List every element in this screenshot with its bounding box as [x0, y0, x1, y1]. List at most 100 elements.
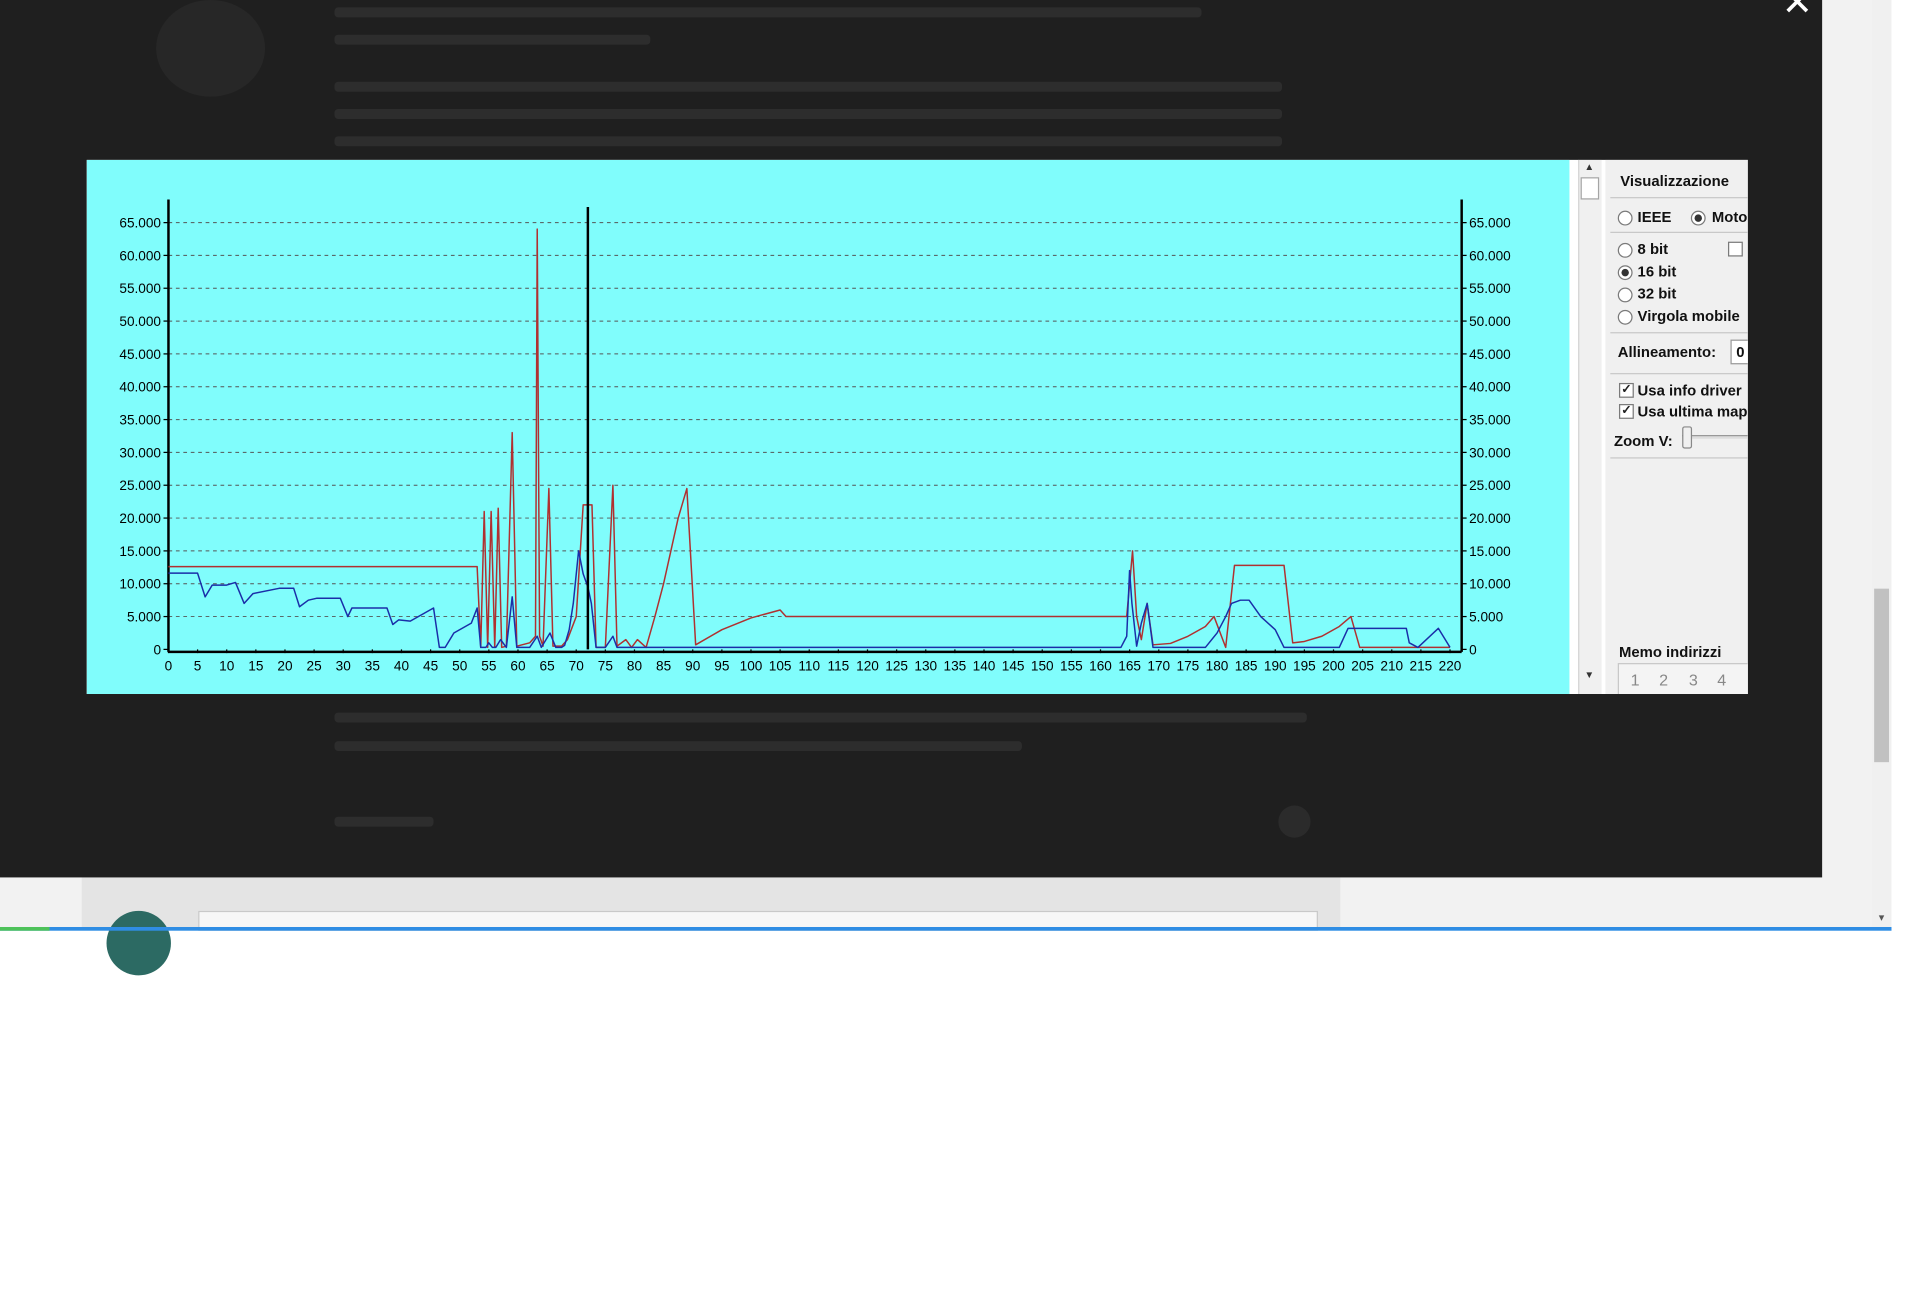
size-8bit-radio[interactable]	[1617, 242, 1633, 258]
x-tick-label: 135	[944, 658, 967, 673]
size-32bit-radio[interactable]	[1617, 287, 1633, 303]
size-float-radio[interactable]	[1617, 309, 1633, 325]
y-tick-label-right: 40.000	[1469, 380, 1511, 395]
divider	[0, 926, 1892, 931]
x-tick-label: 190	[1264, 658, 1287, 673]
x-tick-label: 70	[569, 658, 585, 673]
x-tick-label: 20	[277, 658, 293, 673]
use-driver-info-checkbox[interactable]: ✓	[1618, 382, 1634, 398]
x-tick-label: 175	[1177, 658, 1200, 673]
y-tick-label: 10.000	[119, 577, 161, 592]
alignment-input[interactable]: 0	[1730, 339, 1748, 365]
x-tick-label: 25	[307, 658, 322, 673]
scroll-up-arrow-icon[interactable]: ▲	[1582, 160, 1597, 175]
x-tick-label: 35	[365, 658, 380, 673]
divider-accent	[0, 926, 50, 931]
x-tick-label: 60	[510, 658, 526, 673]
chart-vertical-scrollbar[interactable]	[1578, 159, 1602, 695]
ieee-label: IEEE	[1637, 208, 1672, 226]
memo-button-4[interactable]: 4	[1708, 667, 1735, 694]
faded-icon	[1278, 805, 1311, 838]
y-tick-label: 15.000	[119, 544, 161, 559]
y-tick-label: 60.000	[119, 248, 161, 263]
x-tick-label: 110	[798, 658, 820, 673]
motorola-radio[interactable]	[1690, 210, 1706, 226]
y-tick-label-right: 5.000	[1469, 610, 1503, 625]
faded-text-line	[334, 34, 651, 45]
ieee-radio[interactable]	[1617, 210, 1633, 226]
x-tick-label: 210	[1380, 658, 1403, 673]
x-tick-label: 95	[714, 658, 729, 673]
x-tick-label: 185	[1235, 658, 1258, 673]
y-tick-label-right: 20.000	[1469, 511, 1511, 526]
y-tick-label: 50.000	[119, 314, 161, 329]
faded-text-line	[334, 109, 1283, 119]
y-tick-label-right: 15.000	[1469, 544, 1511, 559]
y-tick-label-right: 30.000	[1469, 445, 1511, 460]
size-16bit-label: 16 bit	[1637, 262, 1677, 281]
faded-text-line	[334, 816, 434, 827]
x-tick-label: 195	[1293, 658, 1316, 673]
faded-avatar	[156, 0, 266, 97]
motorola-label: Moto	[1711, 208, 1748, 226]
x-tick-label: 100	[740, 658, 763, 673]
x-tick-label: 80	[627, 658, 643, 673]
y-tick-label-right: 50.000	[1469, 314, 1511, 329]
size-float-label: Virgola mobile	[1637, 307, 1740, 325]
size-16bit-radio[interactable]	[1617, 265, 1633, 281]
lightbox-image: 0 0 5.000 5.000 10.000 10.000 15.000 15.000 20.0…	[86, 159, 1748, 695]
y-tick-label: 5.000	[127, 610, 161, 625]
x-tick-label: 5	[194, 658, 202, 673]
use-last-map-checkbox[interactable]: ✓	[1618, 404, 1634, 419]
x-tick-label: 220	[1439, 658, 1462, 673]
chart-area: 0 0 5.000 5.000 10.000 10.000 15.000 15.000 20.0…	[86, 159, 1570, 695]
scroll-down-arrow-icon[interactable]: ▾	[1872, 908, 1892, 925]
y-tick-label-right: 35.000	[1469, 413, 1511, 428]
memo-button-3[interactable]: 3	[1680, 667, 1707, 694]
memo-title: Memo indirizzi	[1618, 643, 1722, 661]
x-tick-label: 120	[856, 658, 879, 673]
line-chart: 0 0 5.000 5.000 10.000 10.000 15.000 15.000 20.0…	[119, 199, 1511, 673]
x-tick-label: 180	[1206, 658, 1229, 673]
zoom-label: Zoom V:	[1614, 432, 1673, 450]
close-button[interactable]: ✕	[1779, 0, 1816, 22]
chart-scrollbar-thumb[interactable]	[1580, 177, 1600, 200]
x-tick-label: 215	[1410, 658, 1433, 673]
page-scrollbar-thumb[interactable]	[1874, 588, 1890, 763]
x-tick-label: 0	[165, 658, 173, 673]
x-tick-label: 105	[769, 658, 792, 673]
page-scrollbar[interactable]	[1871, 0, 1892, 930]
y-tick-label-right: 25.000	[1469, 478, 1511, 493]
x-tick-label: 65	[540, 658, 555, 673]
y-tick-label-right: 10.000	[1469, 577, 1511, 592]
x-tick-label: 140	[973, 658, 996, 673]
x-tick-label: 125	[885, 658, 908, 673]
y-tick-label: 30.000	[119, 445, 161, 460]
x-tick-label: 115	[828, 658, 850, 673]
y-tick-label: 25.000	[119, 478, 161, 493]
view-settings-panel: Visualizzazione IEEE Moto 8 bit 16 bit 3…	[1605, 159, 1748, 695]
x-tick-label: 130	[914, 658, 937, 673]
x-tick-label: 15	[248, 658, 263, 673]
zoom-slider-handle[interactable]	[1682, 426, 1693, 449]
x-tick-label: 85	[656, 658, 671, 673]
option-checkbox[interactable]	[1727, 241, 1743, 257]
y-tick-label-right: 60.000	[1469, 248, 1511, 263]
scroll-down-arrow-icon[interactable]: ▼	[1582, 668, 1597, 683]
x-tick-label: 40	[394, 658, 410, 673]
x-tick-label: 50	[452, 658, 468, 673]
y-tick-label: 0	[153, 642, 161, 657]
x-tick-label: 90	[685, 658, 701, 673]
memo-button-2[interactable]: 2	[1650, 667, 1677, 694]
x-tick-label: 45	[423, 658, 438, 673]
x-tick-label: 55	[481, 658, 496, 673]
memo-button-1[interactable]: 1	[1621, 667, 1648, 694]
size-32bit-label: 32 bit	[1637, 285, 1677, 303]
x-tick-label: 205	[1351, 658, 1374, 673]
y-tick-label-right: 55.000	[1469, 281, 1511, 296]
x-tick-label: 75	[598, 658, 613, 673]
x-tick-label: 155	[1060, 658, 1083, 673]
faded-text-line	[334, 7, 1202, 18]
y-tick-label: 45.000	[119, 347, 161, 362]
x-tick-label: 200	[1322, 658, 1345, 673]
